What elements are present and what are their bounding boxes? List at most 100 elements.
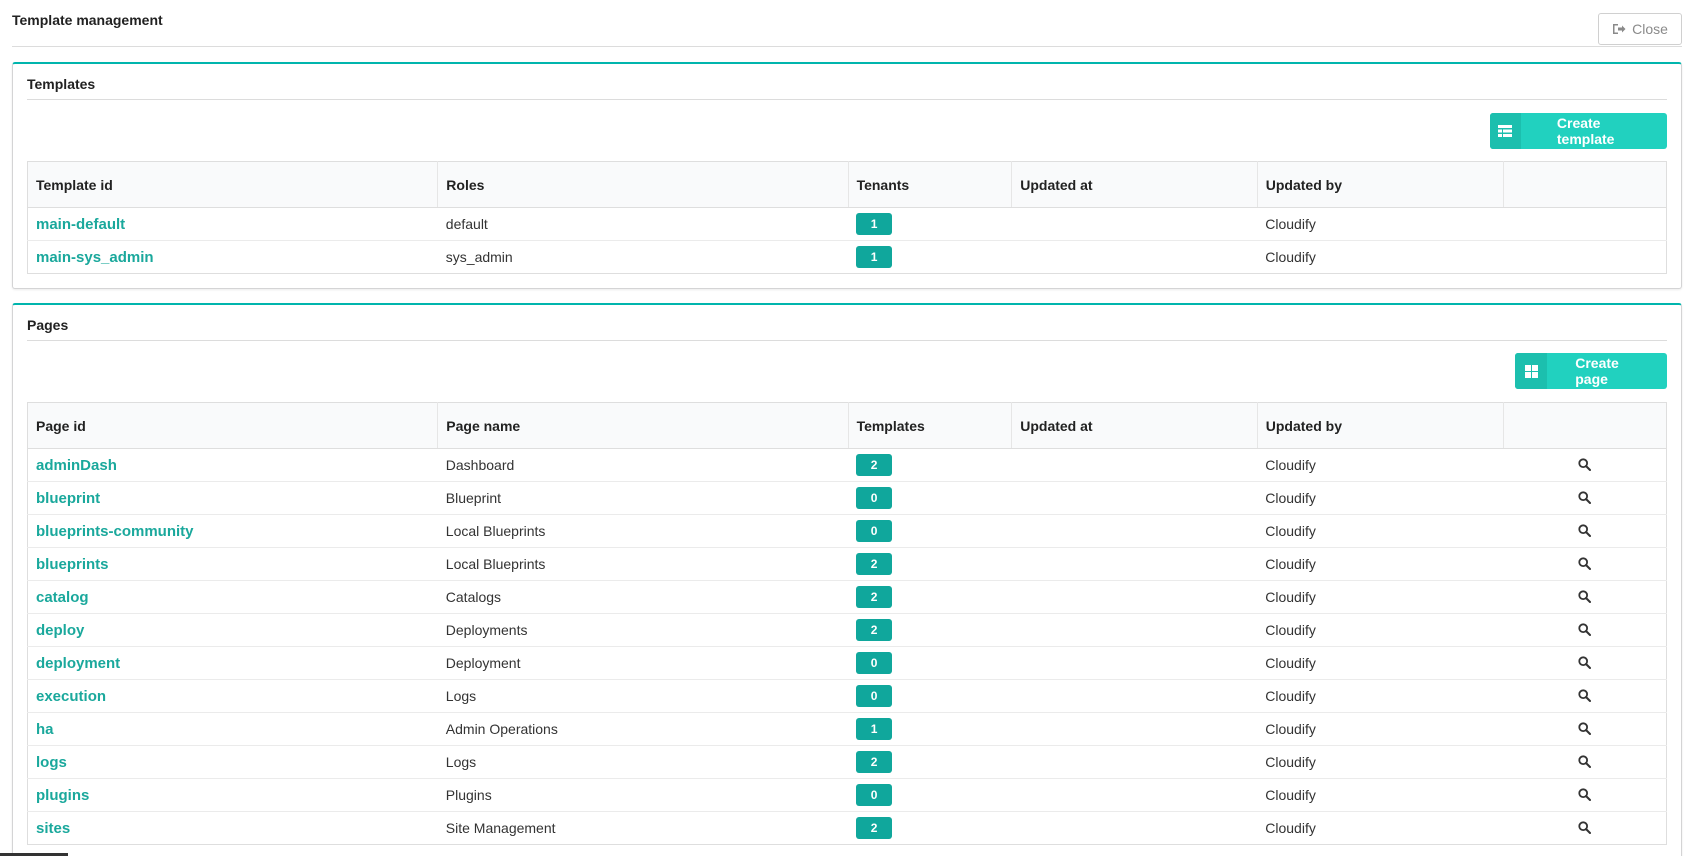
search-icon[interactable] (1578, 491, 1592, 507)
column-header-template-id[interactable]: Template id (27, 161, 438, 208)
updated-at (1011, 811, 1258, 845)
column-header-page-name[interactable]: Page name (437, 402, 849, 449)
templates-table: Template id Roles Tenants Updated at Upd… (27, 161, 1667, 274)
page-name: Local Blueprints (437, 547, 849, 581)
table-row[interactable]: ha Admin Operations 1 Cloudify (27, 712, 1667, 746)
search-icon[interactable] (1578, 557, 1592, 573)
template-id-link[interactable]: main-sys_admin (27, 240, 438, 274)
page-name: Local Blueprints (437, 514, 849, 548)
templates-count-badge[interactable]: 0 (856, 487, 893, 509)
templates-count-badge[interactable]: 0 (856, 652, 893, 674)
table-row[interactable]: deploy Deployments 2 Cloudify (27, 613, 1667, 647)
search-icon[interactable] (1578, 821, 1592, 837)
page-id-link[interactable]: catalog (27, 580, 438, 614)
page-id-link[interactable]: ha (27, 712, 438, 746)
updated-by: Cloudify (1257, 547, 1504, 581)
templates-count-badge[interactable]: 2 (856, 751, 893, 773)
templates-count-badge[interactable]: 0 (856, 784, 893, 806)
search-icon[interactable] (1578, 689, 1592, 705)
updated-at (1011, 547, 1258, 581)
templates-count-badge[interactable]: 0 (856, 685, 893, 707)
templates-count-badge[interactable]: 2 (856, 817, 893, 839)
updated-by: Cloudify (1257, 745, 1504, 779)
tenants-count-badge[interactable]: 1 (856, 213, 893, 235)
column-header-actions (1503, 161, 1667, 208)
updated-by: Cloudify (1257, 778, 1504, 812)
search-icon[interactable] (1578, 788, 1592, 804)
page-id-link[interactable]: blueprints-community (27, 514, 438, 548)
column-header-roles[interactable]: Roles (437, 161, 849, 208)
page-name: Logs (437, 679, 849, 713)
template-roles: sys_admin (437, 240, 849, 274)
page-id-link[interactable]: logs (27, 745, 438, 779)
search-icon[interactable] (1578, 722, 1592, 738)
row-actions (1503, 646, 1667, 680)
close-button[interactable]: Close (1598, 13, 1682, 45)
page-id-link[interactable]: sites (27, 811, 438, 845)
templates-segment: Templates Create template Template id Ro… (12, 62, 1682, 289)
updated-at (1011, 481, 1258, 515)
page-id-link[interactable]: blueprint (27, 481, 438, 515)
page-id-link[interactable]: deploy (27, 613, 438, 647)
table-row[interactable]: main-default default 1 Cloudify (27, 207, 1667, 241)
search-icon[interactable] (1578, 458, 1592, 474)
table-row[interactable]: catalog Catalogs 2 Cloudify (27, 580, 1667, 614)
tenants-count-badge[interactable]: 1 (856, 246, 893, 268)
table-row[interactable]: blueprint Blueprint 0 Cloudify (27, 481, 1667, 515)
column-header-updated-at[interactable]: Updated at (1011, 402, 1258, 449)
search-icon[interactable] (1578, 524, 1592, 540)
page-name: Catalogs (437, 580, 849, 614)
table-row[interactable]: execution Logs 0 Cloudify (27, 679, 1667, 713)
page-name: Admin Operations (437, 712, 849, 746)
updated-at (1011, 679, 1258, 713)
updated-by: Cloudify (1257, 646, 1504, 680)
search-icon[interactable] (1578, 623, 1592, 639)
updated-at (1011, 240, 1258, 274)
templates-count-badge[interactable]: 2 (856, 454, 893, 476)
table-row[interactable]: logs Logs 2 Cloudify (27, 745, 1667, 779)
table-row[interactable]: blueprints-community Local Blueprints 0 Clo… (27, 514, 1667, 548)
updated-at (1011, 745, 1258, 779)
updated-at (1011, 580, 1258, 614)
page-name: Deployment (437, 646, 849, 680)
column-header-updated-by[interactable]: Updated by (1256, 402, 1504, 449)
page-id-link[interactable]: blueprints (27, 547, 438, 581)
pages-segment: Pages Create page Page id Page name Temp… (12, 303, 1682, 856)
row-actions (1503, 679, 1667, 713)
column-header-page-id[interactable]: Page id (27, 402, 438, 449)
page-id-link[interactable]: execution (27, 679, 438, 713)
updated-by: Cloudify (1257, 481, 1504, 515)
search-icon[interactable] (1578, 755, 1592, 771)
table-row[interactable]: adminDash Dashboard 2 Cloudify (27, 448, 1667, 482)
table-row[interactable]: blueprints Local Blueprints 2 Cloudify (27, 547, 1667, 581)
column-header-updated-by[interactable]: Updated by (1256, 161, 1504, 208)
row-actions (1503, 712, 1667, 746)
table-row[interactable]: plugins Plugins 0 Cloudify (27, 778, 1667, 812)
templates-count-badge[interactable]: 2 (856, 553, 893, 575)
column-header-templates[interactable]: Templates (847, 402, 1012, 449)
updated-at (1011, 514, 1258, 548)
table-row[interactable]: sites Site Management 2 Cloudify (27, 811, 1667, 845)
row-actions (1503, 481, 1667, 515)
updated-at (1011, 712, 1258, 746)
page-id-link[interactable]: deployment (27, 646, 438, 680)
column-header-updated-at[interactable]: Updated at (1011, 161, 1258, 208)
templates-count-badge[interactable]: 2 (856, 619, 893, 641)
page-id-link[interactable]: plugins (27, 778, 438, 812)
search-icon[interactable] (1578, 590, 1592, 606)
page-name: Logs (437, 745, 849, 779)
templates-count-badge[interactable]: 1 (856, 718, 893, 740)
table-row[interactable]: deployment Deployment 0 Cloudify (27, 646, 1667, 680)
create-page-button[interactable]: Create page (1515, 353, 1667, 389)
search-icon[interactable] (1578, 656, 1592, 672)
page-id-link[interactable]: adminDash (27, 448, 438, 482)
table-row[interactable]: main-sys_admin sys_admin 1 Cloudify (27, 240, 1667, 274)
close-button-label: Close (1632, 21, 1668, 37)
templates-count-badge[interactable]: 0 (856, 520, 893, 542)
templates-count-badge[interactable]: 2 (856, 586, 893, 608)
create-template-button[interactable]: Create template (1490, 113, 1667, 149)
template-id-link[interactable]: main-default (27, 207, 438, 241)
updated-at (1011, 613, 1258, 647)
row-actions (1503, 547, 1667, 581)
column-header-tenants[interactable]: Tenants (847, 161, 1012, 208)
